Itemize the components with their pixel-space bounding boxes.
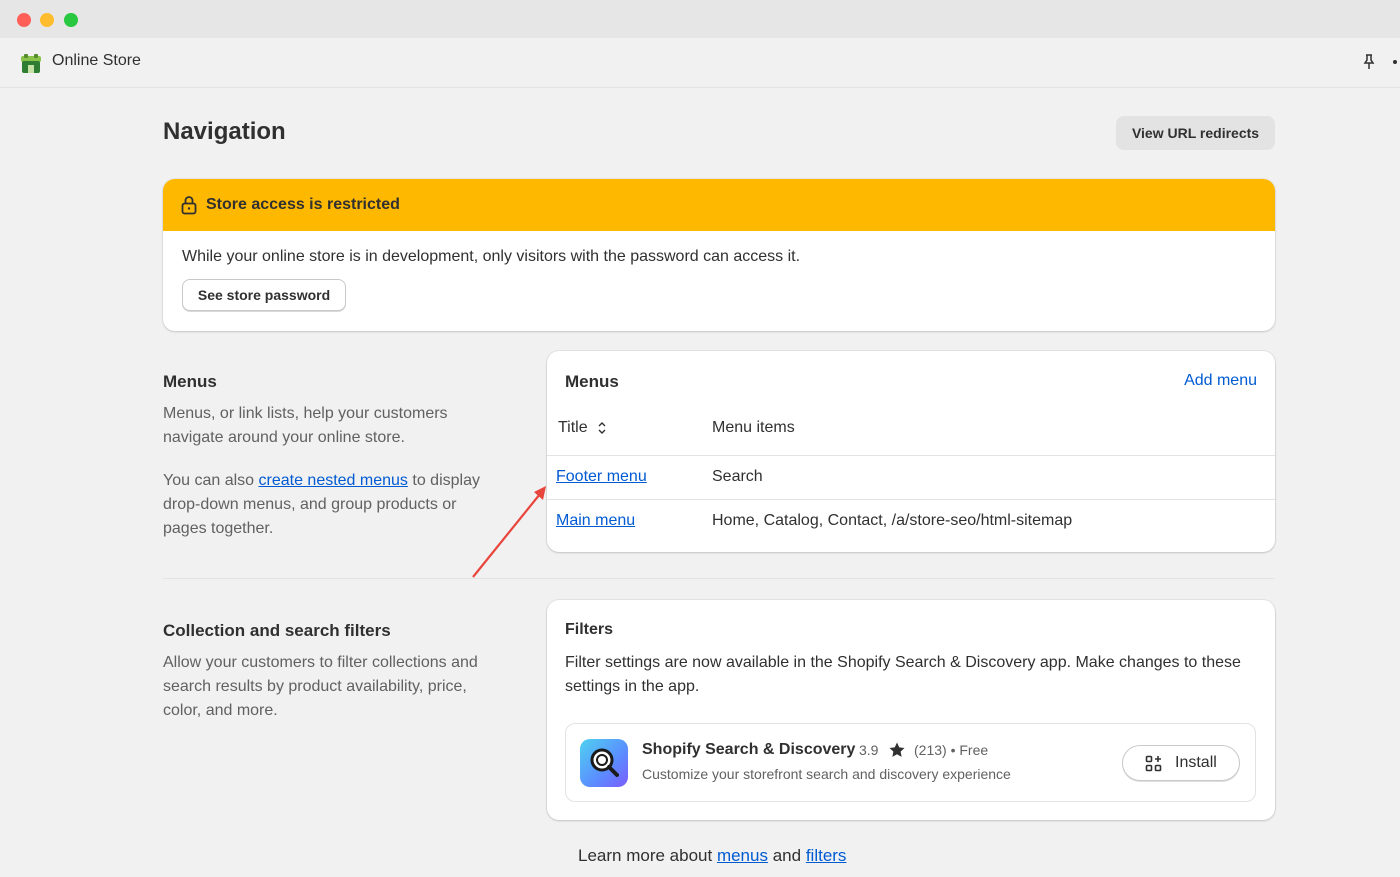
app-name[interactable]: Shopify Search & Discovery — [642, 741, 855, 759]
banner-header: Store access is restricted — [163, 179, 1275, 231]
online-store-logo-icon — [21, 54, 41, 73]
app-listing[interactable]: Shopify Search & Discovery 3.9 (213) • F… — [565, 723, 1256, 802]
menus-section-title: Menus — [163, 372, 217, 391]
footer-menu-link[interactable]: Footer menu — [556, 468, 647, 486]
filters-section-title: Collection and search filters — [163, 621, 391, 640]
create-nested-menus-link[interactable]: create nested menus — [259, 472, 408, 489]
app-header: Online Store — [0, 38, 1400, 88]
menus-section-nested-description: You can also create nested menus to disp… — [163, 469, 503, 541]
lock-icon — [181, 196, 197, 215]
menus-card: Menus Add menu Title Menu items Footer m… — [547, 351, 1275, 552]
main-menu-items: Home, Catalog, Contact, /a/store-seo/htm… — [712, 512, 1073, 529]
learn-more-prefix: Learn more about — [578, 846, 713, 865]
nested-prefix: You can also — [163, 472, 255, 489]
app-rating: 3.9 — [859, 742, 879, 758]
footer-menu-items: Search — [712, 468, 763, 485]
table-divider — [547, 499, 1275, 500]
add-app-icon — [1145, 755, 1162, 772]
main-menu-link[interactable]: Main menu — [556, 512, 635, 530]
app-title: Online Store — [52, 52, 141, 69]
see-store-password-button[interactable]: See store password — [182, 279, 346, 311]
store-access-banner: Store access is restricted While your on… — [163, 179, 1275, 331]
app-reviews-price: (213) • Free — [914, 742, 988, 758]
view-url-redirects-button[interactable]: View URL redirects — [1116, 116, 1275, 150]
install-button[interactable]: Install — [1122, 745, 1240, 781]
filters-card-text: Filter settings are now available in the… — [565, 654, 1241, 695]
sort-icon[interactable] — [596, 420, 608, 436]
filters-help-link[interactable]: filters — [806, 846, 847, 865]
menus-section-description: Menus, or link lists, help your customer… — [163, 405, 448, 446]
learn-more-and: and — [772, 846, 802, 865]
maximize-window-button[interactable] — [64, 13, 78, 27]
banner-text: While your online store is in developmen… — [182, 248, 801, 265]
add-menu-link[interactable]: Add menu — [1184, 372, 1257, 390]
title-bar — [0, 0, 1400, 38]
filters-section-description: Allow your customers to filter collectio… — [163, 654, 478, 719]
app-price: Free — [959, 742, 989, 758]
app-window: Online Store Navigation View URL redirec… — [0, 0, 1400, 877]
page-title: Navigation — [163, 118, 286, 145]
filters-card: Filters Filter settings are now availabl… — [547, 600, 1275, 820]
close-window-button[interactable] — [17, 13, 31, 27]
more-actions-icon[interactable] — [1393, 60, 1397, 64]
app-reviews: (213) — [914, 742, 947, 758]
column-header-title[interactable]: Title — [558, 419, 588, 437]
star-icon — [889, 742, 905, 757]
minimize-window-button[interactable] — [40, 13, 54, 27]
table-divider — [547, 455, 1275, 456]
menus-card-title: Menus — [565, 372, 619, 391]
filters-card-title: Filters — [565, 621, 614, 638]
search-discovery-app-icon — [580, 739, 628, 787]
pin-icon[interactable] — [1360, 53, 1378, 71]
menus-help-link[interactable]: menus — [717, 846, 768, 865]
banner-title: Store access is restricted — [206, 196, 400, 213]
app-description: Customize your storefront search and dis… — [642, 766, 1011, 782]
column-header-menu-items: Menu items — [712, 419, 795, 436]
annotation-arrow — [472, 486, 546, 578]
learn-more-text: Learn more about menus and filters — [578, 846, 846, 866]
magnifier-icon — [590, 748, 619, 777]
install-label: Install — [1175, 754, 1217, 771]
section-divider — [163, 578, 1275, 579]
